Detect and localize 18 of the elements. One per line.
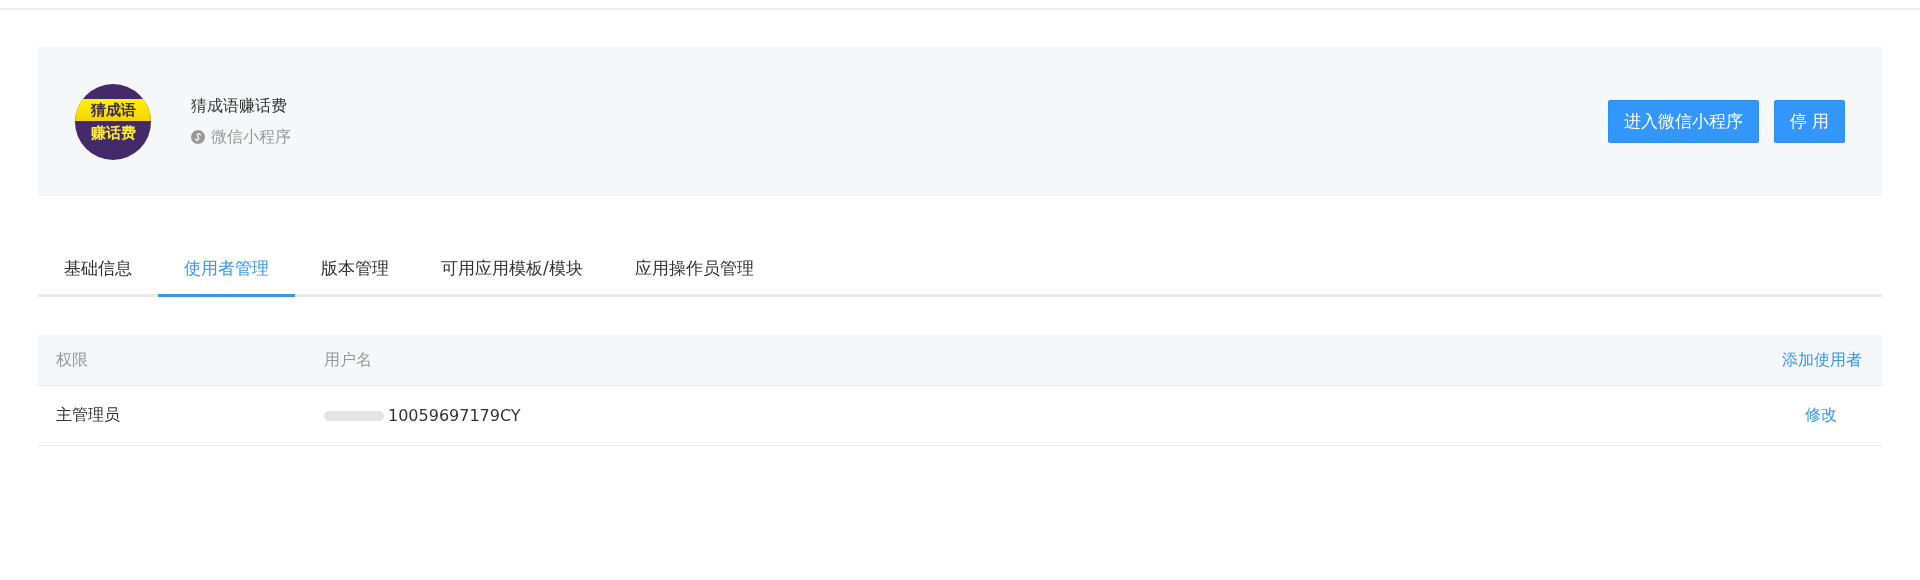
column-header: 用户名 xyxy=(323,349,373,371)
logo-text: 猜成语 xyxy=(75,98,151,121)
table-cell-text: 主管理员 xyxy=(55,405,121,426)
add-user-link[interactable]: 添加使用者 xyxy=(1782,349,1862,369)
mini-program-icon xyxy=(191,130,205,144)
app-name: 猜成语赚话费 xyxy=(191,95,288,117)
tab[interactable]: 版本管理 xyxy=(295,242,415,297)
logo-text: 赚话费 xyxy=(90,122,136,144)
tab[interactable]: 应用操作员管理 xyxy=(608,242,780,297)
tab[interactable]: 可用应用模板/模块 xyxy=(415,242,609,297)
action-button[interactable]: 停 用 xyxy=(1773,100,1845,143)
action-button[interactable]: 进入微信小程序 xyxy=(1607,100,1759,143)
column-header: 权限 xyxy=(55,349,89,371)
tab[interactable]: 使用者管理 xyxy=(158,242,295,297)
edit-link[interactable]: 修改 xyxy=(1805,405,1837,424)
app-type: 微信小程序 xyxy=(211,126,291,148)
table-cell: 10059697179CY xyxy=(388,406,521,425)
tab[interactable]: 基础信息 xyxy=(38,242,158,297)
